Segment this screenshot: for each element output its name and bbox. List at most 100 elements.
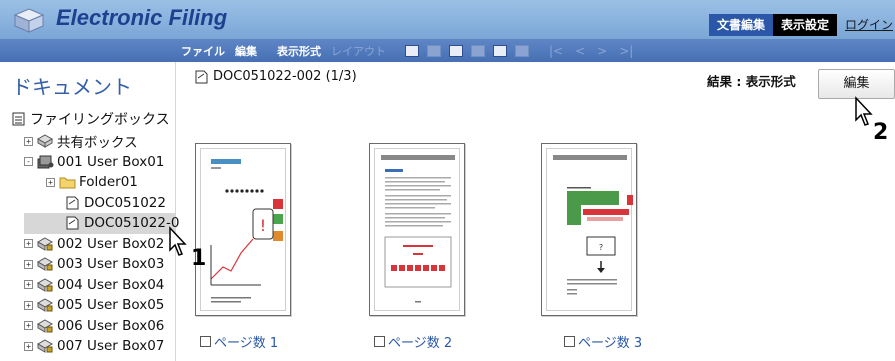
login-link[interactable]: ログイン <box>837 14 895 36</box>
expand-icon[interactable]: + <box>24 136 33 146</box>
app-title: Electronic Filing <box>56 5 228 30</box>
page-thumbnail-1[interactable]: ! <box>195 143 291 316</box>
svg-text:!: ! <box>260 216 266 235</box>
page-thumbnail-2[interactable] <box>369 143 465 316</box>
tree-item-user-box-03[interactable]: + 003 User Box03 <box>24 254 176 275</box>
page-thumbnail-3[interactable]: ? <box>541 143 637 316</box>
step-number-2: 2 <box>873 120 889 145</box>
tree-item-folder01[interactable]: + Folder01 <box>24 172 176 193</box>
page-image: ? <box>546 148 633 311</box>
page-label: ページ数 2 <box>388 336 453 351</box>
expand-icon[interactable]: + <box>46 177 55 187</box>
page-3-illustration: ? <box>553 155 633 295</box>
cut-icon[interactable] <box>471 45 485 57</box>
checkbox[interactable] <box>374 336 385 347</box>
tree-item-label: 007 User Box07 <box>57 338 165 355</box>
document-icon <box>66 196 79 210</box>
step-number-1: 1 <box>191 246 207 271</box>
filing-box-icon <box>12 112 25 126</box>
expand-icon[interactable]: + <box>24 300 33 310</box>
document-icon <box>66 216 79 230</box>
print-icon[interactable] <box>449 45 463 57</box>
document-tree-panel: ドキュメント ファイリングボックス + 共有ボックス - 001 User Bo… <box>0 62 180 361</box>
page-1-illustration: ! <box>210 159 283 303</box>
tab-document-edit[interactable]: 文書編集 <box>708 14 773 36</box>
page-label: ページ数 1 <box>214 336 279 351</box>
tree-item-label: 004 User Box04 <box>57 276 165 293</box>
tab-display-settings[interactable]: 表示設定 <box>772 14 837 36</box>
page-2-illustration <box>381 155 455 303</box>
tree-item-doc051022[interactable]: DOC051022 <box>24 193 176 214</box>
tree-item-shared-box[interactable]: + 共有ボックス <box>24 131 176 152</box>
tree-item-label: 002 User Box02 <box>57 235 165 252</box>
mouse-cursor-icon <box>169 226 187 256</box>
shared-box-icon <box>37 134 54 149</box>
locked-user-box-icon <box>37 319 54 333</box>
checkbox[interactable] <box>200 336 211 347</box>
menu-edit[interactable]: 編集 <box>230 43 262 59</box>
page-select-1[interactable]: ページ数 1 <box>200 332 278 351</box>
collapse-icon[interactable]: - <box>24 157 33 167</box>
top-nav: 文書編集 表示設定 ログイン <box>708 14 895 36</box>
previous-page-icon[interactable]: < <box>575 44 585 58</box>
expand-icon[interactable]: + <box>24 341 33 351</box>
panel-heading: ドキュメント <box>12 75 132 99</box>
mouse-cursor-icon <box>855 96 873 126</box>
expand-icon[interactable]: + <box>24 280 33 290</box>
page-image: ! <box>200 148 286 311</box>
save-icon[interactable] <box>427 45 441 57</box>
locked-user-box-icon <box>37 339 54 354</box>
paste-icon[interactable] <box>515 45 529 57</box>
copy-icon[interactable] <box>493 45 507 57</box>
logo-cube-icon <box>13 8 45 33</box>
tree: + 共有ボックス - 001 User Box01 + Folder01 DOC… <box>24 131 180 357</box>
next-page-icon[interactable]: > <box>597 44 607 58</box>
page-select-2[interactable]: ページ数 2 <box>374 332 452 351</box>
menu-layout[interactable]: レイアウト <box>326 43 391 59</box>
first-page-icon[interactable]: |< <box>549 44 563 58</box>
result-label: 結果 : 表示形式 <box>707 74 796 89</box>
expand-icon[interactable]: + <box>24 239 33 249</box>
locked-user-box-icon <box>37 278 54 292</box>
tree-item-user-box-02[interactable]: + 002 User Box02 <box>24 234 176 255</box>
locked-user-box-icon <box>37 257 54 272</box>
tree-item-label: Folder01 <box>79 174 138 191</box>
tree-item-user-box-05[interactable]: + 005 User Box05 <box>24 295 176 316</box>
left-toolbar-strip <box>0 40 176 62</box>
locked-user-box-icon <box>37 298 54 313</box>
tree-item-label: 共有ボックス <box>57 135 138 152</box>
tree-item-user-box-07[interactable]: + 007 User Box07 <box>24 336 176 357</box>
last-page-icon[interactable]: >| <box>619 44 633 58</box>
tree-item-user-box-04[interactable]: + 004 User Box04 <box>24 275 176 296</box>
toolbar: ファイル 編集 表示形式 レイアウト |< < > >| <box>176 40 895 62</box>
menu-file[interactable]: ファイル <box>176 43 230 59</box>
page-image <box>374 148 460 311</box>
tree-item-user-box-06[interactable]: + 006 User Box06 <box>24 316 176 337</box>
tree-item-label: 001 User Box01 <box>57 153 165 170</box>
app-header: Electronic Filing 文書編集 表示設定 ログイン <box>0 0 895 40</box>
folder-icon <box>59 177 76 189</box>
document-name: DOC051022-002 (1/3) <box>213 69 357 84</box>
tree-item-label: DOC051022 <box>84 194 166 211</box>
expand-icon[interactable]: + <box>24 321 33 331</box>
locked-user-box-icon <box>37 237 54 251</box>
expand-icon[interactable]: + <box>24 259 33 269</box>
tree-item-label: 005 User Box05 <box>57 297 165 314</box>
user-box-icon <box>37 155 54 169</box>
tree-root-filing-box[interactable]: ファイリングボックス <box>10 109 170 129</box>
edit-button[interactable]: 編集 <box>818 69 895 99</box>
page-select-3[interactable]: ページ数 3 <box>564 332 642 351</box>
tree-item-label: 006 User Box06 <box>57 317 165 334</box>
properties-icon[interactable] <box>405 45 419 57</box>
menu-display-format[interactable]: 表示形式 <box>272 43 326 59</box>
tree-item-label: 003 User Box03 <box>57 256 165 273</box>
tree-root-label: ファイリングボックス <box>30 112 170 128</box>
checkbox[interactable] <box>564 336 575 347</box>
document-title: DOC051022-002 (1/3) <box>193 69 357 84</box>
page-label: ページ数 3 <box>578 336 643 351</box>
tree-item-doc051022-0-selected[interactable]: DOC051022-0 <box>24 213 180 234</box>
svg-text:?: ? <box>599 243 603 252</box>
tree-item-label: DOC051022-0 <box>84 215 180 232</box>
tree-item-user-box-01[interactable]: - 001 User Box01 <box>24 152 176 173</box>
document-icon <box>195 70 208 83</box>
